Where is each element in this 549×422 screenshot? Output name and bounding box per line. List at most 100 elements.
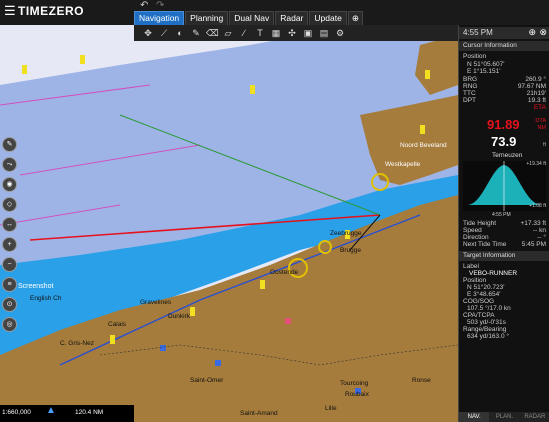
add-workspace-button[interactable]: ⊕ [347,11,363,26]
tide-height-value: +17.33 ft [520,220,546,227]
buoy-icon [110,335,115,344]
place-label: Noord Beveland [400,142,447,149]
buoy-icon [250,85,255,94]
place-label: C. Gris-Nez [60,340,94,347]
dpt-label: DPT [463,97,476,104]
zoom-in-icon[interactable]: + [2,237,17,252]
settings-circle-icon[interactable]: ⊕ [528,27,536,38]
depth-unit: ft [542,142,546,148]
area-icon[interactable]: ▱ [222,27,234,39]
title-bar: ☰ TIMEZERO ↶ ↷ Navigation Planning Dual … [0,0,549,26]
target-position-label: Position [463,277,487,284]
photo-icon[interactable]: ▤ [318,27,330,39]
cursor-section-header[interactable]: Cursor Information [459,41,549,51]
tab-planning[interactable]: Planning [185,11,229,26]
app-logo: TIMEZERO [18,4,84,18]
zoom-out-icon[interactable]: − [2,257,17,272]
screenshot-label: Screenshot [18,283,54,290]
place-label: Saint-Amand [240,410,278,417]
eraser-icon[interactable]: ⌫ [206,27,219,39]
target-lat: N 51°20.723' [467,284,505,291]
place-label: Tourcoing [340,380,369,387]
place-label: Ronse [412,377,431,384]
left-toolbar: ✎ ⤳ ◉ ◇ ↔ + − ≡ ⊙ ◎ [2,137,17,332]
pencil-tool-icon[interactable]: ✎ [190,27,202,39]
layers-icon[interactable]: ≡ [2,277,17,292]
tab-radar[interactable]: Radar [275,11,309,26]
place-label: English Ch [30,295,62,302]
text-icon[interactable]: T [254,27,266,39]
port-marker-icon [285,318,291,324]
target-lon: E 3°48.654' [467,291,501,298]
compass-icon[interactable]: ✣ [286,27,298,39]
next-tide-value: 5:45 PM [521,241,546,248]
cursor-icon[interactable]: ✥ [142,27,154,39]
buoy-icon [420,125,425,134]
nautical-chart[interactable]: Noord Beveland Westkapelle Zeebrugge Bru… [0,25,458,422]
camera-icon[interactable]: ◎ [2,317,17,332]
mark-icon[interactable]: ◉ [2,177,17,192]
chart-canvas[interactable] [0,25,458,422]
speed-value: -- kn [533,227,546,234]
scale-bar: 1:660,000 120.4 NM ▲ [0,405,134,422]
tide-station: Terneuzen [492,152,523,159]
chart-toolbar: ✥ ⟋ ◐ ✎ ⌫ ▱ ∕ T ▦ ✣ ▣ ▤ ⚙ [134,25,458,41]
place-label: Saint-Omer [190,377,224,384]
brg-label: BRG [463,76,478,83]
buoy-icon [190,307,195,316]
tide-current-value: +1.08 ft [529,203,546,209]
route-icon[interactable]: ⤳ [2,157,17,172]
buoy-icon [80,55,85,64]
eta-label: ETA [533,104,546,111]
rng-label: RNG [463,83,478,90]
target-section-header[interactable]: Target Information [459,251,549,261]
target-label-label: Label [463,263,479,270]
redo-icon[interactable]: ↷ [156,0,164,11]
undo-icon[interactable]: ↶ [140,0,148,11]
port-marker-icon [215,360,221,366]
tab-radar-panel[interactable]: RADAR [519,412,549,422]
target-name: VEBO-RUNNER [469,270,518,277]
close-icon[interactable]: ⊗ [539,27,547,38]
buoy-icon [260,280,265,289]
tide-time: 4:55 PM [492,212,511,218]
ttc-value: 21h19' [526,90,546,97]
scale-label: 1:660,000 [2,409,31,416]
place-label: Zeebrugge [330,230,362,237]
pencil-icon[interactable]: ✎ [2,137,17,152]
hamburger-icon[interactable]: ☰ [4,4,16,17]
tab-navigation[interactable]: Navigation [134,11,185,26]
grid-icon[interactable]: ▦ [270,27,282,39]
place-label: Oostende [270,269,299,276]
direction-label: Direction [463,234,489,241]
dta-label: DTA [535,118,546,124]
cursor-lon: E 1°15.151' [467,68,501,75]
buoy-icon [425,70,430,79]
next-tide-label: Next Tide Time [463,241,507,248]
rng-value: 97.67 NM [517,83,546,90]
ttc-label: TTC [463,90,476,97]
tab-update[interactable]: Update [309,11,347,26]
settings-icon[interactable]: ⚙ [334,27,346,39]
route-tool-icon[interactable]: ⟋ [158,27,170,39]
map-mode-icon[interactable]: ◐ [174,27,186,39]
line-icon[interactable]: ∕ [238,27,250,39]
north-arrow-icon[interactable]: ▲ [46,405,56,416]
brg-value: 260.9 ° [525,76,546,83]
place-label: Gravelines [140,299,172,306]
dta-value: 91.89 [487,117,520,132]
place-label: Calais [108,321,127,328]
tab-nav[interactable]: NAV. [459,412,490,422]
cursor-lat: N 51°05.607' [467,61,505,68]
range-label: Range/Bearing [463,326,507,333]
tab-dual-nav[interactable]: Dual Nav [229,11,275,26]
port-marker-icon [160,345,166,351]
boundary-icon[interactable]: ◇ [2,197,17,212]
measure-icon[interactable]: ↔ [2,217,17,232]
depth-value: 73.9 [491,134,517,149]
center-icon[interactable]: ⊙ [2,297,17,312]
panel-tabs: NAV. PLAN. RADAR [459,412,549,422]
tab-plan[interactable]: PLAN. [489,412,520,422]
screen-icon[interactable]: ▣ [302,27,314,39]
place-label: Lille [325,405,337,412]
